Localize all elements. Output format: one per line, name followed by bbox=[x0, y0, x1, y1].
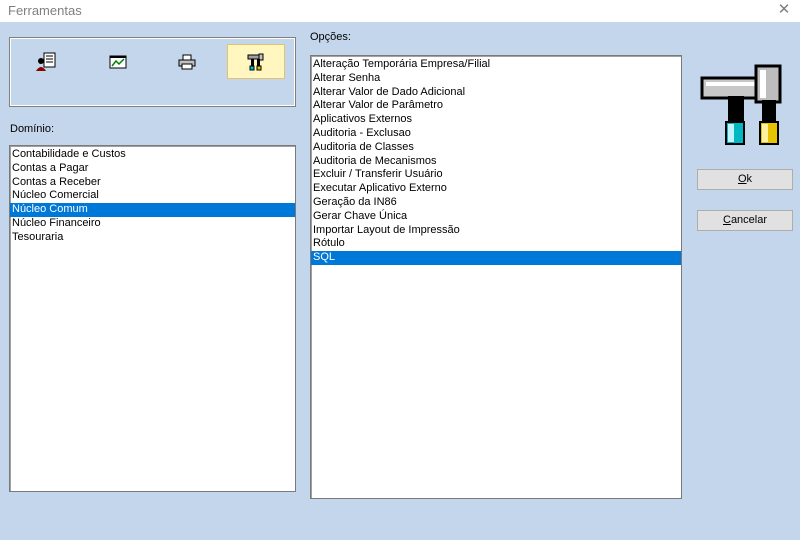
tools-hammer-icon bbox=[247, 53, 264, 70]
chart-window-icon bbox=[109, 55, 127, 68]
list-item[interactable]: Auditoria de Mecanismos bbox=[311, 155, 681, 169]
chart-window-button[interactable] bbox=[89, 44, 147, 79]
ok-mnemonic: O bbox=[737, 173, 747, 185]
list-item[interactable]: Auditoria de Classes bbox=[311, 141, 681, 155]
dominio-listbox[interactable]: Contabilidade e Custos Contas a Pagar Cont… bbox=[9, 145, 296, 492]
tools-hammer-large-icon bbox=[700, 64, 782, 145]
list-item[interactable]: Rótulo bbox=[311, 237, 681, 251]
list-item[interactable]: Geração da IN86 bbox=[311, 196, 681, 210]
list-item[interactable]: Aplicativos Externos bbox=[311, 113, 681, 127]
opcoes-label: Opções: bbox=[310, 31, 351, 43]
list-item[interactable]: Alterar Valor de Parâmetro bbox=[311, 99, 681, 113]
user-document-button[interactable] bbox=[17, 44, 75, 79]
printer-button[interactable] bbox=[158, 44, 216, 79]
opcoes-listbox[interactable]: Alteração Temporária Empresa/Filial Alter… bbox=[310, 55, 682, 499]
list-item[interactable]: SQL bbox=[311, 251, 681, 265]
list-item[interactable]: Núcleo Financeiro bbox=[10, 217, 295, 231]
cancel-button[interactable]: Cancelar bbox=[697, 210, 793, 231]
tool-category-toolbar bbox=[9, 37, 296, 107]
ok-label-rest: k bbox=[746, 173, 753, 185]
list-item[interactable]: Tesouraria bbox=[10, 231, 295, 245]
user-document-icon bbox=[36, 52, 56, 71]
cancel-mnemonic: C bbox=[722, 214, 731, 226]
window-title: Ferramentas bbox=[8, 3, 82, 18]
list-item[interactable]: Executar Aplicativo Externo bbox=[311, 182, 681, 196]
list-item[interactable]: Contabilidade e Custos bbox=[10, 148, 295, 162]
list-item[interactable]: Núcleo Comercial bbox=[10, 189, 295, 203]
list-item[interactable]: Contas a Receber bbox=[10, 176, 295, 190]
list-item[interactable]: Gerar Chave Única bbox=[311, 210, 681, 224]
list-item[interactable]: Núcleo Comum bbox=[10, 203, 295, 217]
list-item[interactable]: Contas a Pagar bbox=[10, 162, 295, 176]
list-item[interactable]: Alterar Senha bbox=[311, 72, 681, 86]
list-item[interactable]: Alteração Temporária Empresa/Filial bbox=[311, 58, 681, 72]
list-item[interactable]: Alterar Valor de Dado Adicional bbox=[311, 86, 681, 100]
ok-button[interactable]: Ok bbox=[697, 169, 793, 190]
tools-button[interactable] bbox=[227, 44, 285, 79]
close-icon[interactable]: ✕ bbox=[774, 0, 794, 20]
printer-icon bbox=[178, 54, 196, 69]
list-item[interactable]: Importar Layout de Impressão bbox=[311, 224, 681, 238]
list-item[interactable]: Auditoria - Exclusao bbox=[311, 127, 681, 141]
cancel-label-rest: ancelar bbox=[730, 214, 768, 226]
dominio-label: Domínio: bbox=[10, 123, 55, 135]
list-item[interactable]: Excluir / Transferir Usuário bbox=[311, 168, 681, 182]
title-bar: Ferramentas ✕ bbox=[0, 0, 800, 22]
